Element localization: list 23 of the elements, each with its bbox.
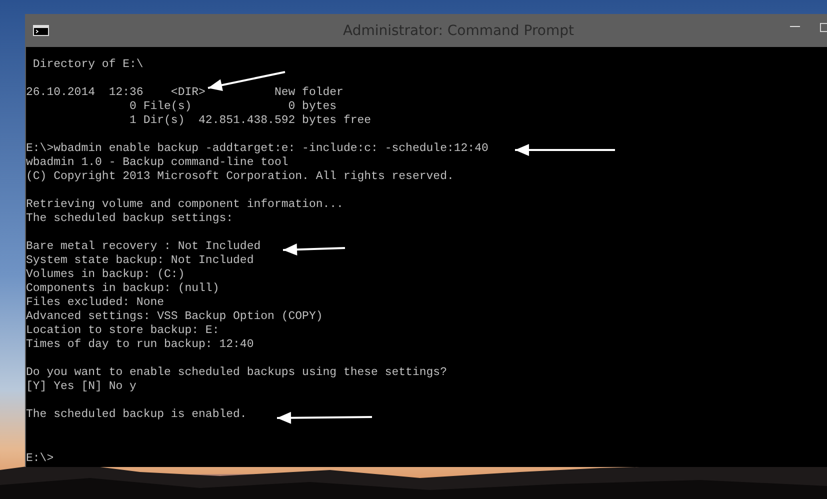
console-line: Volumes in backup: (C:) bbox=[26, 268, 185, 282]
maximize-icon[interactable] bbox=[820, 23, 827, 32]
console-line: Advanced settings: VSS Backup Option (COPY) bbox=[26, 310, 323, 324]
console-line: Components in backup: (null) bbox=[26, 282, 220, 296]
console-line: 0 File(s) 0 bytes bbox=[128, 100, 337, 114]
console-line: E:\>wbadmin enable backup -addtarget:e: -include:c: -schedule:12:40 bbox=[26, 142, 488, 156]
terminal-icon bbox=[33, 25, 49, 36]
console-line: [Y] Yes [N] No y bbox=[26, 380, 136, 394]
console-line: Directory of E:\ bbox=[32, 58, 144, 72]
command-prompt: E:\> bbox=[26, 452, 54, 466]
console-line: The scheduled backup settings: bbox=[26, 212, 234, 226]
console-line: Location to store backup: E: bbox=[26, 324, 220, 338]
console-line: Retrieving volume and component information... bbox=[26, 198, 344, 212]
console-line: Files excluded: None bbox=[26, 296, 164, 310]
console-line: Bare metal recovery : Not Included bbox=[26, 240, 261, 254]
console-line: wbadmin 1.0 - Backup command-line tool bbox=[26, 156, 288, 170]
console-line: (C) Copyright 2013 Microsoft Corporation. All rights reserved. bbox=[26, 170, 454, 184]
console-line: System state backup: Not Included bbox=[26, 254, 254, 268]
console-line: 1 Dir(s) 42.851.438.592 bytes free bbox=[128, 114, 372, 128]
console-line: Times of day to run backup: 12:40 bbox=[26, 338, 254, 352]
console-line: 26.10.2014 12:36 <DIR> New folder bbox=[26, 86, 344, 100]
console-line: The scheduled backup is enabled. bbox=[26, 408, 247, 422]
console-line: Do you want to enable scheduled backups using these settings? bbox=[26, 366, 447, 380]
